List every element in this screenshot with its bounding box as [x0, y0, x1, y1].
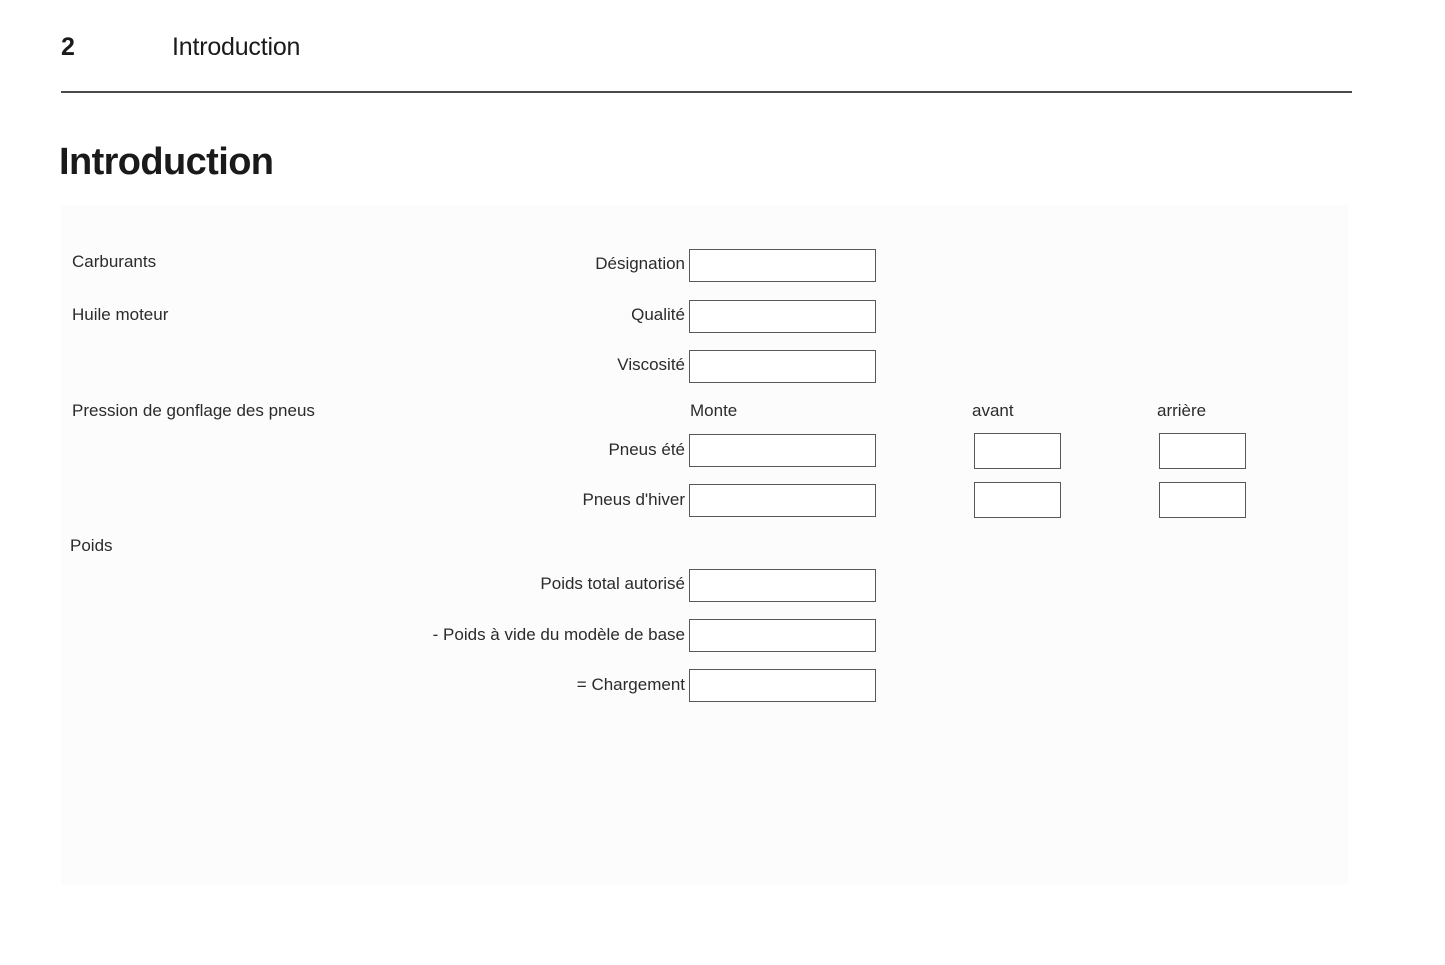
vehicle-data-form-panel: Carburants Désignation Huile moteur Qual… — [61, 205, 1348, 885]
group-label-weights: Poids — [70, 536, 113, 555]
input-viscosity[interactable] — [689, 350, 876, 383]
input-summer-tyres-front[interactable] — [974, 433, 1061, 469]
input-kerb-weight[interactable] — [689, 619, 876, 652]
page-title: Introduction — [59, 141, 274, 184]
field-label-quality: Qualité — [631, 305, 685, 324]
field-label-kerb-weight: - Poids à vide du modèle de base — [432, 625, 685, 644]
input-gross-weight[interactable] — [689, 569, 876, 602]
input-winter-tyres-front[interactable] — [974, 482, 1061, 518]
input-payload[interactable] — [689, 669, 876, 702]
header-divider-rule — [61, 91, 1352, 93]
field-label-gross-weight: Poids total autorisé — [540, 574, 685, 593]
input-summer-tyres-rear[interactable] — [1159, 433, 1246, 469]
group-label-engine-oil: Huile moteur — [72, 305, 169, 324]
group-label-tyre-pressure: Pression de gonflage des pneus — [72, 401, 315, 420]
field-label-payload: = Chargement — [576, 675, 685, 694]
input-winter-tyres-monte[interactable] — [689, 484, 876, 517]
group-label-fuels: Carburants — [72, 252, 157, 271]
column-header-rear: arrière — [1157, 401, 1207, 420]
column-header-monte: Monte — [690, 401, 738, 420]
field-label-viscosity: Viscosité — [617, 355, 685, 374]
input-winter-tyres-rear[interactable] — [1159, 482, 1246, 518]
column-header-front: avant — [972, 401, 1014, 420]
header-section-title: Introduction — [172, 33, 301, 61]
field-label-winter-tyres: Pneus d'hiver — [582, 490, 685, 509]
field-label-summer-tyres: Pneus été — [608, 440, 685, 459]
input-designation[interactable] — [689, 249, 876, 282]
input-summer-tyres-monte[interactable] — [689, 434, 876, 467]
page-header: 2 Introduction — [61, 30, 1352, 70]
page-number: 2 — [61, 33, 75, 61]
input-quality[interactable] — [689, 300, 876, 333]
field-label-designation: Désignation — [595, 254, 685, 273]
